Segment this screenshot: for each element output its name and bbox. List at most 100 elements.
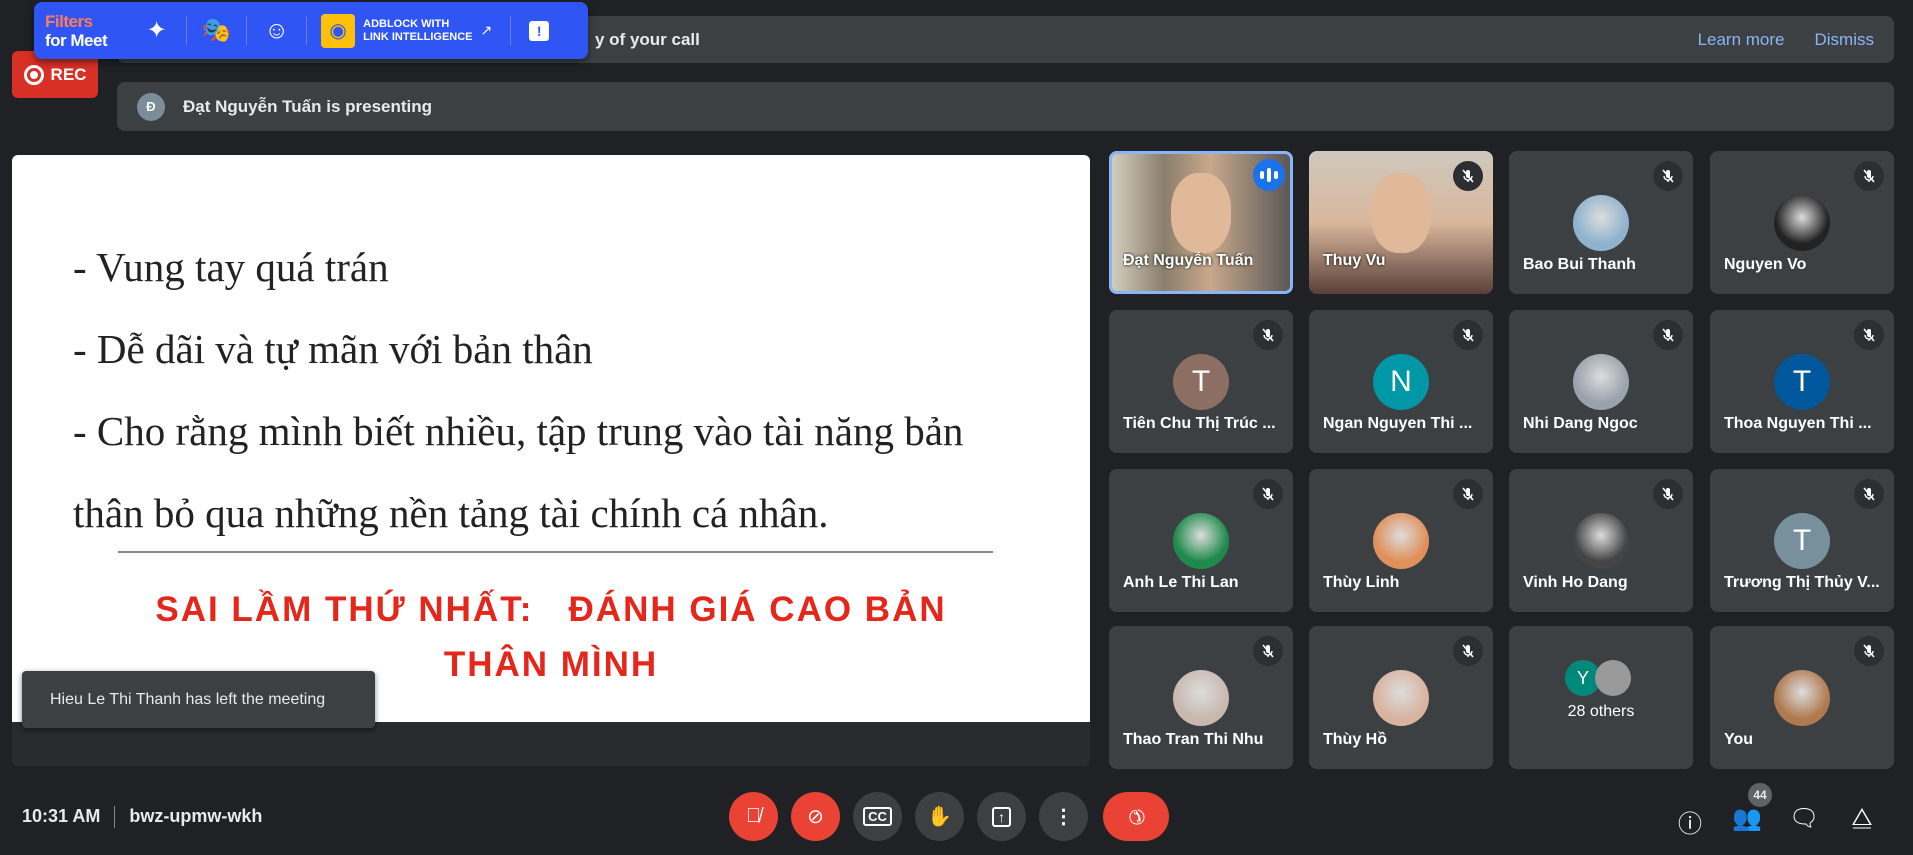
mic-off-icon xyxy=(1253,320,1283,350)
mic-off-icon xyxy=(1854,636,1884,666)
participant-name: Thoa Nguyen Thi ... xyxy=(1724,415,1872,432)
dismiss-button[interactable]: Dismiss xyxy=(1815,30,1875,50)
avatar: T xyxy=(1774,354,1830,410)
participant-name: 28 others xyxy=(1567,703,1635,720)
clock: 10:31 AM xyxy=(22,806,101,826)
mic-off-icon xyxy=(1653,320,1683,350)
end-call-icon: ✆ xyxy=(1121,802,1150,830)
presenter-avatar: Đ xyxy=(137,92,165,121)
banner-text: y of your call xyxy=(595,29,700,49)
participant-tile[interactable]: Thùy Linh xyxy=(1309,469,1493,612)
more-options-button[interactable]: ⋮ xyxy=(1039,792,1088,841)
participant-tile[interactable]: You xyxy=(1710,626,1894,769)
mic-off-icon xyxy=(1253,636,1283,666)
raise-hand-button[interactable]: ✋ xyxy=(915,792,964,841)
masks-icon[interactable]: 🎭 xyxy=(187,16,248,45)
avatar xyxy=(1373,670,1429,726)
participant-tile[interactable]: Y 28 others xyxy=(1509,626,1693,769)
feedback-icon[interactable]: ! xyxy=(529,20,550,41)
face-icon[interactable]: ☺ xyxy=(247,16,308,45)
speaking-icon xyxy=(1253,159,1285,191)
rec-label: REC xyxy=(50,64,87,84)
hand-icon: ✋ xyxy=(927,806,952,828)
mic-off-icon xyxy=(1653,161,1683,191)
participant-tile[interactable]: Thùy Hồ xyxy=(1309,626,1493,769)
participant-tile[interactable]: Anh Le Thi Lan xyxy=(1109,469,1293,612)
video-feed xyxy=(1371,173,1431,253)
camera-off-button[interactable]: ⊘ xyxy=(791,792,840,841)
mic-off-icon xyxy=(1453,636,1483,666)
activities-icon[interactable]: ⧋ xyxy=(1847,804,1877,832)
participant-name: Anh Le Thi Lan xyxy=(1123,574,1239,591)
participant-name: You xyxy=(1724,731,1754,748)
avatar xyxy=(1573,195,1629,251)
participant-name: Vinh Ho Dang xyxy=(1523,574,1628,591)
avatar xyxy=(1573,354,1629,410)
control-bar: 10:31 AM bwz-upmw-wkh 🎙̸ ⊘ CC ✋ ↑ ⋮ ✆ ⓘ 👥… xyxy=(0,780,1913,855)
participant-tile[interactable]: Thuy Vu xyxy=(1309,151,1493,294)
present-icon: ↑ xyxy=(992,806,1011,827)
participant-tile[interactable]: Nhi Dang Ngoc xyxy=(1509,310,1693,453)
adblock-button[interactable]: ◉ ADBLOCK WITH LINK INTELLIGENCE ↗ xyxy=(321,13,493,48)
avatar: T xyxy=(1173,354,1229,410)
slide-line: - Cho rằng mình biết nhiều, tập trung và… xyxy=(73,408,964,454)
mic-off-icon xyxy=(1854,320,1884,350)
chat-icon[interactable]: 🗨 xyxy=(1789,804,1819,833)
participant-name: Bao Bui Thanh xyxy=(1523,256,1636,273)
avatar: N xyxy=(1373,354,1429,410)
participant-name: Đạt Nguyễn Tuấn xyxy=(1123,252,1254,269)
learn-more-link[interactable]: Learn more xyxy=(1698,30,1785,50)
extension-logo: Filters for Meet xyxy=(45,11,108,50)
shield-icon: ◉ xyxy=(321,13,356,48)
participant-name: Nguyen Vo xyxy=(1724,256,1807,273)
participant-name: Thao Tran Thi Nhu xyxy=(1123,731,1264,748)
participant-tile[interactable]: T Trương Thị Thủy V... xyxy=(1710,469,1894,612)
sparkle-frame-icon[interactable]: ✦ xyxy=(127,16,188,45)
avatar xyxy=(1373,513,1429,569)
slide-line: - Vung tay quá trán xyxy=(73,244,389,290)
mic-off-button[interactable]: 🎙̸ xyxy=(729,792,778,841)
participant-name: Tiên Chu Thị Trúc ... xyxy=(1123,415,1276,432)
people-count-badge: 44 xyxy=(1748,783,1772,807)
mic-off-icon xyxy=(1453,161,1483,191)
participant-tile[interactable]: T Thoa Nguyen Thi ... xyxy=(1710,310,1894,453)
mic-off-icon xyxy=(1253,479,1283,509)
participant-tile[interactable]: Bao Bui Thanh xyxy=(1509,151,1693,294)
mic-off-icon xyxy=(1453,320,1483,350)
external-link-icon: ↗ xyxy=(480,22,493,38)
mic-off-icon xyxy=(1854,161,1884,191)
video-feed xyxy=(1171,173,1231,253)
participant-tile[interactable]: Thao Tran Thi Nhu xyxy=(1109,626,1293,769)
meeting-code: bwz-upmw-wkh xyxy=(129,806,263,826)
avatar xyxy=(1173,513,1229,569)
participant-tile[interactable]: T Tiên Chu Thị Trúc ... xyxy=(1109,310,1293,453)
slide-line: - Dễ dãi và tự mãn với bản thân xyxy=(73,326,593,372)
slide-line: thân bỏ qua những nền tảng tài chính cá … xyxy=(73,490,829,536)
people-icon[interactable]: 👥 xyxy=(1732,804,1762,833)
participant-tile[interactable]: N Ngan Nguyen Thi ... xyxy=(1309,310,1493,453)
meeting-info-icon[interactable]: ⓘ xyxy=(1675,804,1705,839)
participant-tile[interactable]: Đạt Nguyễn Tuấn xyxy=(1109,151,1293,294)
presenting-text: Đạt Nguyễn Tuấn is presenting xyxy=(183,96,433,116)
present-button[interactable]: ↑ xyxy=(977,792,1026,841)
participant-tile[interactable]: Nguyen Vo xyxy=(1710,151,1894,294)
participant-name: Thùy Linh xyxy=(1323,574,1400,591)
mic-off-icon xyxy=(1453,479,1483,509)
slide-divider xyxy=(118,551,993,553)
participant-name: Thùy Hồ xyxy=(1323,731,1387,748)
filters-extension-toolbar: Filters for Meet ✦ 🎭 ☺ ◉ ADBLOCK WITH LINK… xyxy=(34,2,588,59)
leave-call-button[interactable]: ✆ xyxy=(1103,792,1169,841)
participant-tile[interactable]: Vinh Ho Dang xyxy=(1509,469,1693,612)
participant-name: Nhi Dang Ngoc xyxy=(1523,415,1638,432)
captions-button[interactable]: CC xyxy=(853,792,902,841)
more-vert-icon: ⋮ xyxy=(1053,806,1074,828)
shared-slide: - Vung tay quá trán - Dễ dãi và tự mãn v… xyxy=(12,155,1090,722)
participant-name: Trương Thị Thủy V... xyxy=(1724,574,1880,591)
avatar xyxy=(1774,670,1830,726)
notification-toast: Hieu Le Thi Thanh has left the meeting xyxy=(22,671,375,728)
participant-name: Ngan Nguyen Thi ... xyxy=(1323,415,1473,432)
slide-title: SAI LẦM THỨ NHẤT: ĐÁNH GIÁ CAO BẢN xyxy=(155,590,947,629)
camera-off-icon: ⊘ xyxy=(807,806,824,828)
mic-off-icon xyxy=(1854,479,1884,509)
avatar xyxy=(1595,660,1631,696)
